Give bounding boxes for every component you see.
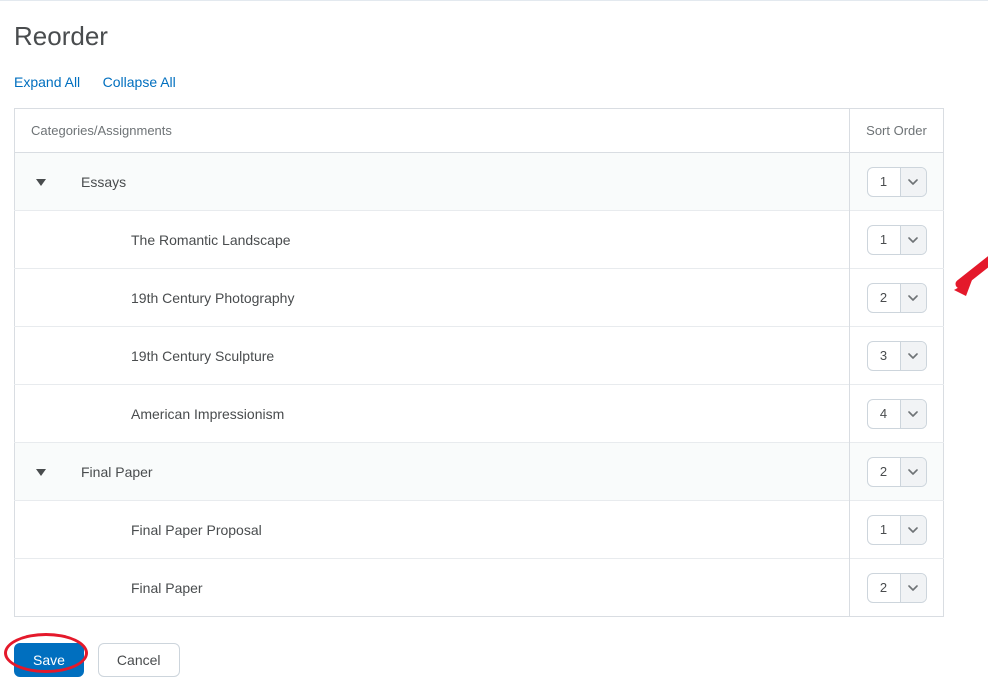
cancel-button[interactable]: Cancel <box>98 643 180 677</box>
sort-order-select[interactable]: 3 <box>867 341 927 371</box>
assignment-row: The Romantic Landscape 1 <box>15 211 944 269</box>
chevron-down-icon <box>900 342 926 370</box>
sort-order-select[interactable]: 1 <box>867 167 927 197</box>
expand-collapse-row: Expand All Collapse All <box>14 74 974 92</box>
sort-order-value: 2 <box>868 458 900 486</box>
collapse-all-link[interactable]: Collapse All <box>103 74 176 90</box>
sort-order-value: 3 <box>868 342 900 370</box>
sort-order-select[interactable]: 4 <box>867 399 927 429</box>
page-title: Reorder <box>14 21 974 52</box>
sort-order-select[interactable]: 2 <box>867 457 927 487</box>
action-bar: Save Cancel <box>14 643 974 677</box>
assignment-label: Final Paper Proposal <box>131 522 262 538</box>
chevron-down-icon <box>900 400 926 428</box>
collapse-caret-icon[interactable] <box>35 177 47 187</box>
sort-order-value: 4 <box>868 400 900 428</box>
assignment-label: 19th Century Photography <box>131 290 294 306</box>
chevron-down-icon <box>900 168 926 196</box>
reorder-table: Categories/Assignments Sort Order Essays… <box>14 108 944 617</box>
chevron-down-icon <box>900 284 926 312</box>
expand-all-link[interactable]: Expand All <box>14 74 80 90</box>
category-row: Essays 1 <box>15 153 944 211</box>
chevron-down-icon <box>900 516 926 544</box>
save-button[interactable]: Save <box>14 643 84 677</box>
assignment-row: American Impressionism 4 <box>15 385 944 443</box>
sort-order-value: 1 <box>868 168 900 196</box>
category-row: Final Paper 2 <box>15 443 944 501</box>
sort-order-value: 2 <box>868 284 900 312</box>
assignment-row: Final Paper Proposal 1 <box>15 501 944 559</box>
sort-order-select[interactable]: 1 <box>867 515 927 545</box>
category-label: Final Paper <box>81 464 153 480</box>
sort-order-select[interactable]: 1 <box>867 225 927 255</box>
assignment-row: 19th Century Sculpture 3 <box>15 327 944 385</box>
col-header-categories: Categories/Assignments <box>15 109 850 153</box>
assignment-label: Final Paper <box>131 580 203 596</box>
sort-order-value: 1 <box>868 226 900 254</box>
col-header-sort: Sort Order <box>850 109 944 153</box>
sort-order-select[interactable]: 2 <box>867 283 927 313</box>
chevron-down-icon <box>900 458 926 486</box>
assignment-row: 19th Century Photography 2 <box>15 269 944 327</box>
collapse-caret-icon[interactable] <box>35 467 47 477</box>
chevron-down-icon <box>900 226 926 254</box>
sort-order-value: 1 <box>868 516 900 544</box>
sort-order-value: 2 <box>868 574 900 602</box>
assignment-label: 19th Century Sculpture <box>131 348 274 364</box>
sort-order-select[interactable]: 2 <box>867 573 927 603</box>
assignment-label: American Impressionism <box>131 406 284 422</box>
assignment-label: The Romantic Landscape <box>131 232 291 248</box>
annotation-arrow <box>952 250 988 303</box>
assignment-row: Final Paper 2 <box>15 559 944 617</box>
category-label: Essays <box>81 174 126 190</box>
chevron-down-icon <box>900 574 926 602</box>
